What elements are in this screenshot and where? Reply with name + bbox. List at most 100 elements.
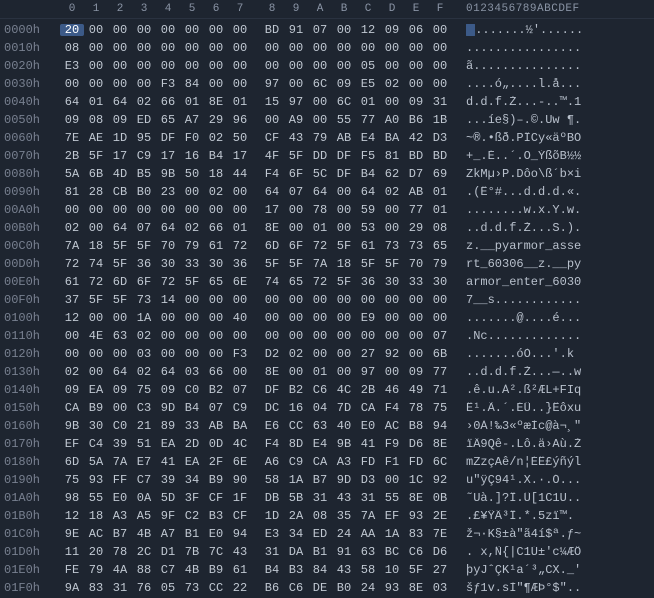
hex-byte[interactable]: 90	[228, 474, 252, 486]
hex-byte[interactable]: 30	[428, 276, 452, 288]
hex-byte[interactable]: 74	[84, 258, 108, 270]
hex-byte[interactable]: AB	[332, 132, 356, 144]
hex-byte[interactable]: 00	[308, 114, 332, 126]
hex-byte[interactable]: 59	[356, 204, 380, 216]
hex-byte[interactable]: 09	[332, 78, 356, 90]
hex-byte[interactable]: 00	[428, 60, 452, 72]
ascii-view[interactable]: ................	[466, 42, 581, 54]
hex-byte[interactable]: 4A	[108, 564, 132, 576]
hex-byte[interactable]: 00	[84, 78, 108, 90]
hex-byte[interactable]: 29	[204, 114, 228, 126]
hex-byte[interactable]: 00	[308, 294, 332, 306]
hex-byte[interactable]: B7	[308, 474, 332, 486]
hex-byte[interactable]: 00	[132, 42, 156, 54]
hex-byte[interactable]: 5F	[404, 564, 428, 576]
hex-byte[interactable]: 00	[404, 42, 428, 54]
hex-byte[interactable]: A6	[260, 456, 284, 468]
hex-byte[interactable]: 18	[84, 510, 108, 522]
hex-byte[interactable]: 5F	[84, 150, 108, 162]
ascii-view[interactable]: ~®.•ßð.PÏCy«äºBÓ	[466, 132, 581, 144]
hex-byte[interactable]: 7E	[428, 528, 452, 540]
hex-byte[interactable]: 4C	[228, 438, 252, 450]
hex-byte[interactable]: 55	[380, 492, 404, 504]
hex-byte[interactable]: E0	[356, 420, 380, 432]
hex-byte[interactable]: C7	[132, 474, 156, 486]
hex-byte[interactable]: 83	[404, 528, 428, 540]
hex-byte[interactable]: 79	[308, 132, 332, 144]
hex-row[interactable]: 01D0h1120782CD17B7C4331DAB19163BCC6D6. x…	[0, 543, 654, 561]
hex-byte[interactable]: 31	[308, 492, 332, 504]
hex-byte[interactable]: 00	[284, 366, 308, 378]
hex-byte[interactable]: 66	[204, 366, 228, 378]
hex-byte[interactable]: 09	[156, 384, 180, 396]
hex-byte[interactable]: 00	[284, 294, 308, 306]
hex-byte[interactable]: 2B	[356, 384, 380, 396]
hex-byte[interactable]: 00	[260, 114, 284, 126]
hex-byte[interactable]: 49	[404, 384, 428, 396]
hex-row[interactable]: 0180h6D5A7AE741EA2F6EA6C9CAA3FDF1FD6CmZz…	[0, 453, 654, 471]
hex-byte[interactable]: 00	[204, 312, 228, 324]
hex-byte[interactable]: 75	[428, 402, 452, 414]
hex-byte[interactable]: B4	[356, 168, 380, 180]
hex-byte[interactable]: 00	[180, 60, 204, 72]
hex-byte[interactable]: 0A	[132, 492, 156, 504]
hex-byte[interactable]: 02	[60, 222, 84, 234]
hex-byte[interactable]: 12	[60, 312, 84, 324]
hex-byte[interactable]: 7D	[332, 402, 356, 414]
hex-byte[interactable]: 00	[108, 312, 132, 324]
hex-byte[interactable]: 00	[180, 204, 204, 216]
hex-byte[interactable]: 02	[284, 348, 308, 360]
hex-byte[interactable]: 69	[428, 168, 452, 180]
hex-byte[interactable]: 43	[332, 564, 356, 576]
hex-byte[interactable]: 39	[156, 474, 180, 486]
hex-byte[interactable]: 50	[228, 132, 252, 144]
hex-byte[interactable]: 00	[332, 60, 356, 72]
hex-byte[interactable]: CF	[228, 510, 252, 522]
hex-byte[interactable]: 02	[132, 96, 156, 108]
hex-byte[interactable]: 5F	[108, 294, 132, 306]
hex-byte[interactable]: 03	[180, 366, 204, 378]
hex-byte[interactable]: 2E	[428, 510, 452, 522]
hex-row[interactable]: 0080h5A6B4DB59B501844F46F5CDFB462D769ZkM…	[0, 165, 654, 183]
hex-byte[interactable]: 3F	[180, 492, 204, 504]
hex-byte[interactable]: CC	[284, 420, 308, 432]
hex-byte[interactable]: 07	[204, 402, 228, 414]
hex-byte[interactable]: 00	[108, 24, 132, 36]
hex-byte[interactable]: 05	[156, 582, 180, 594]
hex-byte[interactable]: 1B	[428, 114, 452, 126]
hex-byte[interactable]: 79	[180, 240, 204, 252]
hex-byte[interactable]: 33	[180, 258, 204, 270]
hex-byte[interactable]: CF	[260, 132, 284, 144]
hex-byte[interactable]: 09	[380, 24, 404, 36]
hex-byte[interactable]: 5F	[332, 240, 356, 252]
hex-byte[interactable]: 00	[380, 96, 404, 108]
hex-byte[interactable]: 6F	[132, 276, 156, 288]
hex-byte[interactable]: 8E	[404, 582, 428, 594]
ascii-view[interactable]: . x,Ñ{|C1Ú±'c¼ÆÖ	[466, 546, 581, 558]
ascii-view[interactable]: z.__pyarmor_asse	[466, 240, 581, 252]
hex-byte[interactable]: 00	[428, 294, 452, 306]
hex-byte[interactable]: 71	[428, 384, 452, 396]
hex-row[interactable]: 0130h02006402640366008E00010097000977..d…	[0, 363, 654, 381]
hex-byte[interactable]: B0	[132, 186, 156, 198]
hex-byte[interactable]: 79	[84, 564, 108, 576]
hex-byte[interactable]: 64	[308, 186, 332, 198]
ascii-view[interactable]: .Nc.............	[466, 330, 581, 342]
hex-byte[interactable]: 00	[332, 204, 356, 216]
hex-byte[interactable]: 31	[428, 96, 452, 108]
hex-byte[interactable]: 00	[204, 330, 228, 342]
hex-byte[interactable]: 73	[380, 240, 404, 252]
hex-byte[interactable]: 00	[132, 204, 156, 216]
hex-byte[interactable]: F5	[356, 150, 380, 162]
hex-byte[interactable]: 00	[60, 204, 84, 216]
hex-byte[interactable]: EA	[180, 456, 204, 468]
hex-row[interactable]: 0150hCAB900C39DB407C9DC16047DCAF47875Ê¹.…	[0, 399, 654, 417]
hex-byte[interactable]: 00	[180, 312, 204, 324]
hex-byte[interactable]: B6	[260, 582, 284, 594]
hex-byte[interactable]: 00	[380, 222, 404, 234]
hex-byte[interactable]: B9	[84, 402, 108, 414]
hex-row[interactable]: 01A0h9855E00A5D3FCF1FDB5B314331558E0B˜Uà…	[0, 489, 654, 507]
hex-byte[interactable]: C9	[284, 456, 308, 468]
hex-byte[interactable]: 1A	[284, 474, 308, 486]
hex-byte[interactable]: 09	[108, 384, 132, 396]
